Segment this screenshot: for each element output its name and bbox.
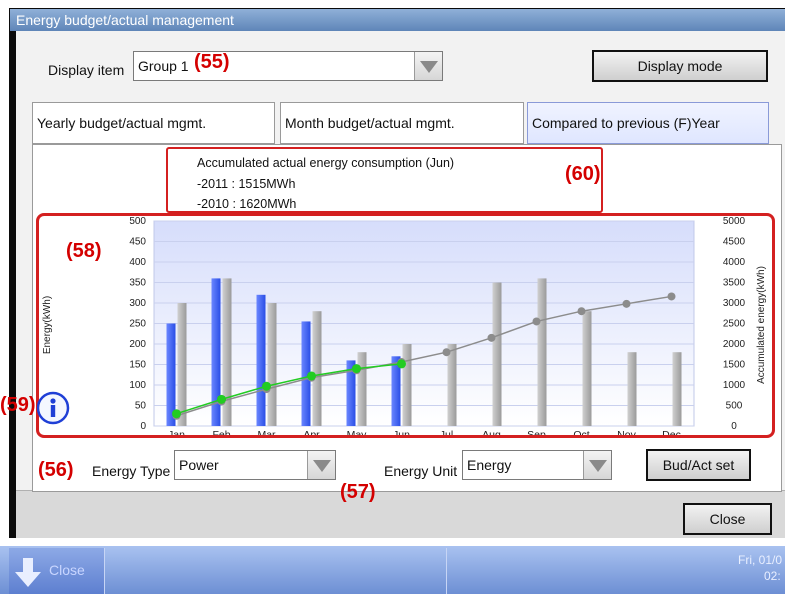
energy-type-select[interactable]: Power [174,450,336,480]
display-item-label: Display item [48,62,125,78]
callout-58: (58) [66,240,102,262]
status-close-area[interactable]: Close [9,548,105,594]
display-item-value: Group 1 [138,58,189,74]
bud-act-set-button[interactable]: Bud/Act set [646,449,751,481]
energy-unit-value: Energy [467,457,512,473]
dialog-footer [16,490,785,538]
close-button[interactable]: Close [683,503,772,535]
energy-type-label: Energy Type [92,463,171,479]
display-item-select[interactable]: Group 1 [133,51,443,81]
window-title: Energy budget/actual management [10,9,785,31]
status-date: Fri, 01/0 [738,553,783,567]
accumulated-info-box: Accumulated actual energy consumption (J… [166,147,603,213]
arrow-down-icon [15,558,41,587]
chevron-down-icon [420,61,438,73]
status-divider [446,548,447,594]
display-mode-button[interactable]: Display mode [592,50,768,82]
energy-type-dropdown-button[interactable] [307,451,335,479]
chevron-down-icon [313,460,331,472]
chevron-down-icon [589,460,607,472]
info-line1: Accumulated actual energy consumption (J… [197,156,455,170]
callout-56: (56) [38,459,74,481]
chart-highlight [36,213,775,438]
display-item-dropdown-button[interactable] [414,52,442,80]
status-close-label: Close [49,562,85,578]
info-line2: -2011 : 1515MWh [197,177,296,191]
tab-month[interactable]: Month budget/actual mgmt. [280,102,524,144]
tab-yearly[interactable]: Yearly budget/actual mgmt. [32,102,275,144]
info-icon[interactable] [36,391,70,425]
energy-type-value: Power [179,457,219,473]
callout-60: (60) [565,163,601,185]
callout-59: (59) [0,394,36,416]
status-time: 02: [764,569,781,583]
callout-57: (57) [340,481,376,503]
status-bar [0,546,785,594]
energy-unit-label: Energy Unit [384,463,458,479]
energy-unit-select[interactable]: Energy [462,450,612,480]
energy-unit-dropdown-button[interactable] [583,451,611,479]
callout-55: (55) [194,51,230,73]
info-line3: -2010 : 1620MWh [197,197,297,211]
tab-compared-previous-year[interactable]: Compared to previous (F)Year [527,102,769,144]
